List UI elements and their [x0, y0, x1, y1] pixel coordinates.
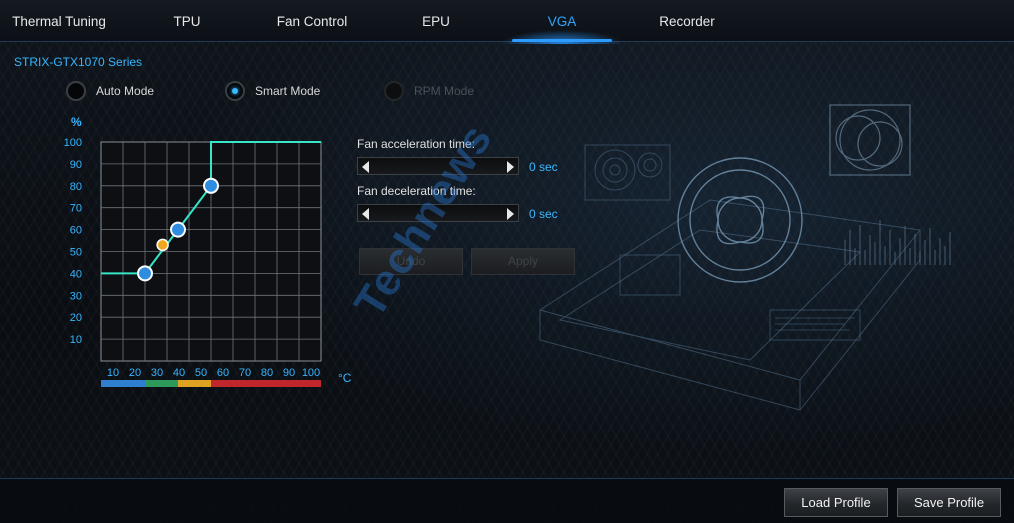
x-tick-label: 50 [195, 367, 207, 379]
rpm-mode-radio [384, 81, 404, 101]
rpm-mode-option: RPM Mode [384, 80, 474, 102]
increase-arrow-icon[interactable] [507, 161, 514, 173]
temperature-band [178, 380, 211, 387]
y-axis-unit: % [71, 115, 82, 129]
fan-acceleration-value: 0 sec [529, 160, 558, 174]
y-axis-ticks: 100 90 80 70 60 50 40 30 20 10 [64, 137, 82, 346]
x-tick-label: 70 [239, 367, 251, 379]
decrease-arrow-icon[interactable] [362, 208, 369, 220]
y-tick-label: 90 [70, 159, 82, 171]
temperature-band [145, 380, 178, 387]
tab-tpu[interactable]: TPU [137, 0, 237, 42]
tab-recorder[interactable]: Recorder [637, 0, 737, 42]
x-tick-label: 20 [129, 367, 141, 379]
y-tick-label: 10 [70, 334, 82, 346]
x-tick-label: 90 [283, 367, 295, 379]
x-tick-label: 80 [261, 367, 273, 379]
auto-mode-option[interactable]: Auto Mode [66, 80, 154, 102]
x-axis-ticks: 10 20 30 40 50 60 70 80 90 100 [107, 367, 320, 379]
tab-fan-control[interactable]: Fan Control [262, 0, 362, 42]
tab-vga[interactable]: VGA [512, 0, 612, 42]
curve-handle[interactable] [203, 177, 219, 194]
decrease-arrow-icon[interactable] [362, 161, 369, 173]
tab-epu[interactable]: EPU [386, 0, 486, 42]
current-temperature-marker [156, 238, 169, 252]
save-profile-button[interactable]: Save Profile [897, 488, 1001, 517]
fan-deceleration-value: 0 sec [529, 207, 558, 221]
x-tick-label: 10 [107, 367, 119, 379]
temperature-band [211, 380, 321, 387]
y-tick-label: 30 [70, 290, 82, 302]
series-title: STRIX-GTX1070 Series [14, 55, 143, 69]
y-tick-label: 40 [70, 268, 82, 280]
smart-mode-label: Smart Mode [255, 84, 321, 98]
y-tick-label: 20 [70, 312, 82, 324]
y-tick-label: 50 [70, 247, 82, 259]
x-tick-label: 40 [173, 367, 185, 379]
curve-handle[interactable] [170, 221, 186, 238]
y-tick-label: 100 [64, 137, 82, 149]
load-profile-button[interactable]: Load Profile [784, 488, 888, 517]
tab-thermal-tuning[interactable]: Thermal Tuning [0, 0, 118, 42]
apply-button[interactable]: Apply [471, 248, 575, 275]
x-axis-unit: °C [338, 371, 352, 385]
auto-mode-radio[interactable] [66, 81, 86, 101]
y-tick-label: 80 [70, 181, 82, 193]
temperature-band [101, 380, 145, 387]
auto-mode-label: Auto Mode [96, 84, 155, 98]
x-tick-label: 60 [217, 367, 229, 379]
rpm-mode-label: RPM Mode [414, 84, 475, 98]
increase-arrow-icon[interactable] [507, 208, 514, 220]
y-tick-label: 70 [70, 203, 82, 215]
x-tick-label: 100 [302, 367, 320, 379]
y-tick-label: 60 [70, 225, 82, 237]
fan-curve-chart: 100 90 80 70 60 50 40 30 20 10 10 20 30 40 50 60 70 80 90… [64, 115, 352, 387]
graphics-card-illustration [538, 104, 951, 411]
temperature-bands [101, 380, 321, 387]
smart-mode-option[interactable]: Smart Mode [225, 80, 320, 102]
smart-mode-radio[interactable] [225, 81, 245, 101]
x-tick-label: 30 [151, 367, 163, 379]
curve-handle[interactable] [137, 265, 153, 282]
